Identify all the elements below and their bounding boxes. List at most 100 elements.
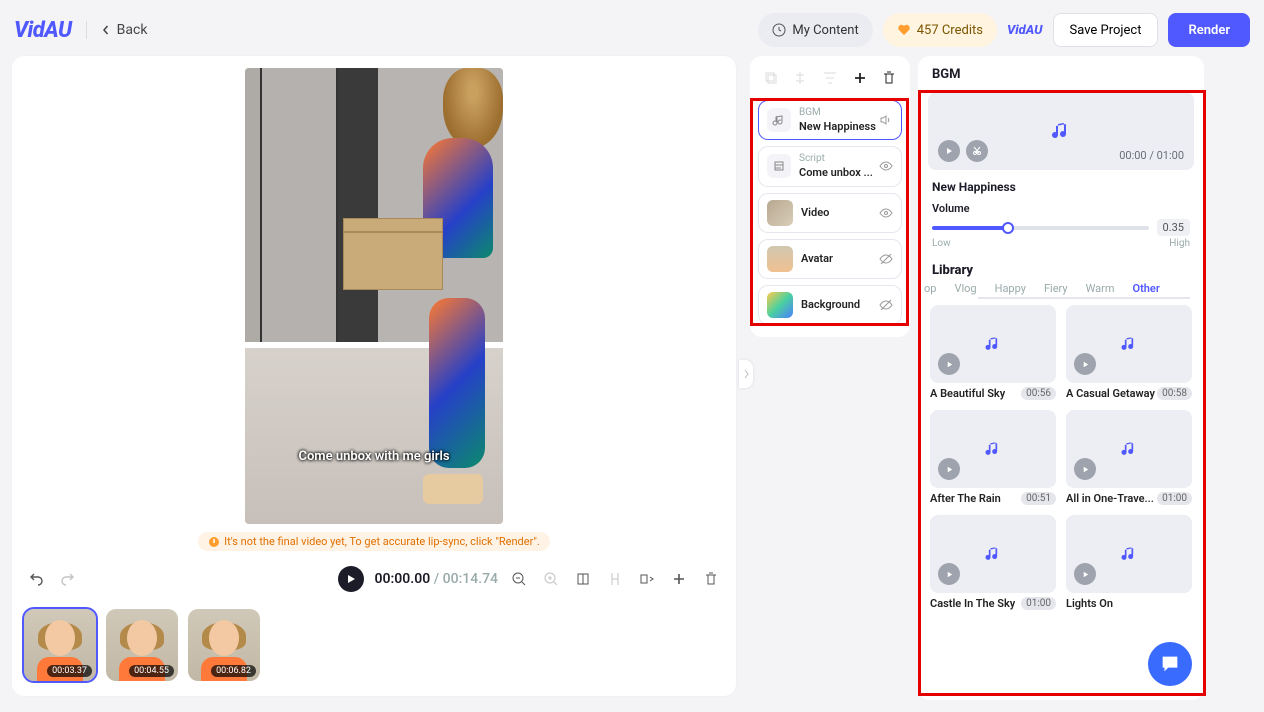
- my-content-label: My Content: [792, 23, 858, 38]
- tab-happy[interactable]: Happy: [995, 282, 1026, 295]
- filter-button[interactable]: [822, 70, 838, 86]
- play-icon[interactable]: [938, 563, 960, 585]
- align-button[interactable]: [638, 570, 656, 588]
- layer-name: Come unbox ...: [799, 166, 873, 180]
- zoom-out-button[interactable]: [510, 570, 528, 588]
- music-icon: [767, 108, 791, 132]
- layer-align-button[interactable]: [792, 70, 808, 86]
- add-layer-button[interactable]: [852, 70, 868, 86]
- play-icon[interactable]: [1074, 353, 1096, 375]
- track-card[interactable]: A Casual Getaway00:58: [1066, 305, 1192, 400]
- bgm-panel: BGM 00:00 / 01:00 New Happiness Volume 0…: [918, 56, 1204, 700]
- chevron-left-icon: [101, 25, 111, 35]
- track-card[interactable]: After The Rain00:51: [930, 410, 1056, 505]
- track-card[interactable]: A Beautiful Sky 00:56: [930, 305, 1056, 400]
- clip-thumb[interactable]: 00:03.37: [24, 609, 96, 681]
- tab-other[interactable]: Other: [1133, 282, 1160, 295]
- editor-main: Come unbox with me girls It's not the fi…: [12, 56, 736, 696]
- undo-button[interactable]: [28, 570, 46, 588]
- clip-thumb[interactable]: 00:04.55: [106, 609, 178, 681]
- layer-type: Script: [799, 153, 873, 166]
- vidau-small-logo: VidAU: [1007, 23, 1043, 38]
- play-track-button[interactable]: [938, 140, 960, 162]
- track-name: Castle In The Sky: [930, 597, 1015, 610]
- layer-name: Background: [801, 298, 860, 312]
- thumb-ts: 00:06.82: [211, 665, 256, 677]
- mute-icon[interactable]: [879, 113, 893, 127]
- collapse-handle[interactable]: [739, 360, 753, 388]
- tab-pop[interactable]: op: [924, 282, 936, 295]
- track-duration: 00:56: [1021, 387, 1056, 400]
- track-name: A Casual Getaway: [1066, 387, 1155, 400]
- track-name: A Beautiful Sky: [930, 387, 1005, 400]
- video-preview[interactable]: Come unbox with me girls: [245, 68, 503, 524]
- trim-track-button[interactable]: [966, 140, 988, 162]
- layer-avatar[interactable]: Avatar: [758, 239, 902, 279]
- tab-vlog[interactable]: Vlog: [954, 282, 976, 295]
- play-icon[interactable]: [1074, 563, 1096, 585]
- delete-clip-button[interactable]: [702, 570, 720, 588]
- credits-label: 457 Credits: [917, 23, 983, 38]
- play-icon[interactable]: [1074, 458, 1096, 480]
- redo-button[interactable]: [58, 570, 76, 588]
- timeline-thumbs: 00:03.37 00:04.55 00:06.82: [12, 601, 736, 689]
- chat-icon: [1159, 653, 1181, 675]
- help-chat-button[interactable]: [1148, 642, 1192, 686]
- library-heading: Library: [918, 251, 1204, 282]
- avatar-thumb-icon: [767, 246, 793, 272]
- track-duration: 01:00: [1021, 597, 1056, 610]
- my-content-button[interactable]: My Content: [758, 13, 872, 47]
- play-button[interactable]: [338, 566, 364, 592]
- volume-low-label: Low: [932, 238, 951, 249]
- thumb-ts: 00:03.37: [47, 665, 92, 677]
- visibility-icon[interactable]: [879, 206, 893, 220]
- tab-fiery[interactable]: Fiery: [1044, 282, 1068, 295]
- volume-high-label: High: [1169, 238, 1190, 249]
- track-card[interactable]: All in One-Trave...01:00: [1066, 410, 1192, 505]
- library-grid: A Beautiful Sky00:56 A Casual Getaway00:…: [918, 295, 1204, 620]
- tab-warm[interactable]: Warm: [1086, 282, 1115, 295]
- bgm-time: 00:00 / 01:00: [1119, 149, 1184, 162]
- layer-name: New Happiness: [799, 120, 876, 134]
- add-clip-button[interactable]: [670, 570, 688, 588]
- visibility-off-icon[interactable]: [879, 252, 893, 266]
- split-button[interactable]: [606, 570, 624, 588]
- layer-name: Video: [801, 206, 829, 220]
- music-icon: [1049, 119, 1073, 143]
- volume-slider[interactable]: [932, 226, 1149, 230]
- visibility-icon[interactable]: [879, 159, 893, 173]
- delete-layer-button[interactable]: [881, 70, 897, 86]
- crop-button[interactable]: [574, 570, 592, 588]
- layer-video[interactable]: Video: [758, 193, 902, 233]
- volume-value: 0.35: [1157, 219, 1190, 236]
- layers-panel: BGMNew Happiness ScriptCome unbox ... Vi…: [750, 56, 910, 337]
- save-project-button[interactable]: Save Project: [1053, 13, 1159, 47]
- clip-thumb[interactable]: 00:06.82: [188, 609, 260, 681]
- track-duration: 00:51: [1021, 492, 1056, 505]
- copy-button[interactable]: [763, 70, 779, 86]
- render-warning: It's not the final video yet, To get acc…: [198, 532, 550, 551]
- back-button[interactable]: Back: [101, 22, 148, 38]
- layer-name: Avatar: [801, 252, 833, 266]
- bgm-preview: 00:00 / 01:00: [928, 92, 1194, 170]
- visibility-off-icon[interactable]: [879, 298, 893, 312]
- play-icon[interactable]: [938, 353, 960, 375]
- divider: [86, 21, 87, 39]
- track-card[interactable]: Lights On: [1066, 515, 1192, 610]
- track-name: Lights On: [1066, 597, 1113, 610]
- zoom-in-button[interactable]: [542, 570, 560, 588]
- layer-type: BGM: [799, 107, 876, 120]
- video-thumb-icon: [767, 200, 793, 226]
- library-tabs: op Vlog Happy Fiery Warm Other: [918, 282, 1204, 295]
- layer-script[interactable]: ScriptCome unbox ...: [758, 146, 902, 186]
- render-button[interactable]: Render: [1168, 13, 1250, 47]
- background-thumb-icon: [767, 292, 793, 318]
- play-icon[interactable]: [938, 458, 960, 480]
- bgm-panel-title: BGM: [918, 56, 1204, 92]
- credits-pill[interactable]: 457 Credits: [883, 13, 997, 47]
- layer-bgm[interactable]: BGMNew Happiness: [758, 100, 902, 140]
- script-icon: [767, 154, 791, 178]
- track-card[interactable]: Castle In The Sky 01:00: [930, 515, 1056, 610]
- layer-background[interactable]: Background: [758, 285, 902, 325]
- clock-icon: [772, 23, 786, 37]
